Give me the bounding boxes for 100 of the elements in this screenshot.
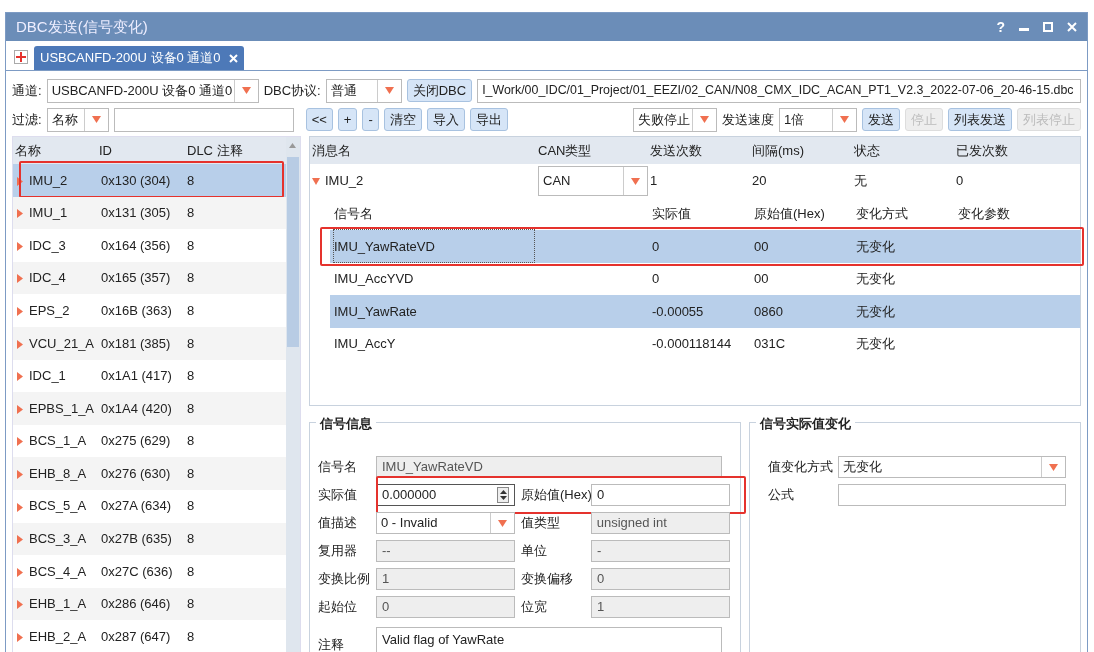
message-row[interactable]: IDC_1 0x1A1 (417) 8 [13, 359, 286, 393]
toolbar-button[interactable]: 清空 [383, 108, 422, 131]
filter-dropdown[interactable]: 名称 [46, 107, 109, 132]
add-tab-button[interactable] [14, 50, 28, 64]
expand-arrow-icon[interactable] [17, 176, 23, 186]
expand-arrow-icon[interactable] [17, 502, 23, 512]
message-row[interactable]: IDC_4 0x165 (357) 8 [13, 261, 286, 295]
message-row[interactable]: EHB_8_A 0x276 (630) 8 [13, 457, 286, 490]
expand-arrow-icon[interactable] [17, 535, 23, 545]
message-dlc: 8 [187, 269, 196, 288]
actual-value: 0 [652, 270, 661, 288]
field-label: 信号名 [318, 458, 358, 477]
message-row[interactable]: EPBS_1_A 0x1A4 (420) 8 [13, 392, 286, 425]
toolbar-button[interactable]: 导出 [469, 108, 508, 131]
dropdown-caret-icon[interactable] [497, 519, 507, 527]
send-button[interactable]: 列表发送 [948, 108, 1012, 131]
field-label: 实际值 [318, 486, 358, 505]
close-icon[interactable] [1067, 22, 1077, 32]
message-row[interactable]: EHB_2_A 0x287 (647) 8 [13, 620, 286, 652]
message-row[interactable]: IDC_3 0x164 (356) 8 [13, 229, 286, 262]
filter-field[interactable] [113, 107, 294, 132]
message-dlc: 8 [187, 399, 196, 418]
expand-arrow-icon[interactable] [17, 469, 23, 479]
expand-arrow-icon[interactable] [17, 274, 23, 284]
message-id: 0x131 (305) [101, 204, 172, 223]
change-mode: 无变化 [856, 335, 896, 353]
close-dbc-button[interactable]: 关闭DBC [406, 79, 473, 102]
expand-arrow-icon[interactable] [17, 241, 23, 251]
expand-arrow-icon[interactable] [17, 632, 23, 642]
comment-field[interactable]: Valid flag of YawRate [376, 627, 722, 652]
fail-mode-dropdown[interactable]: 失败停止 [633, 107, 717, 132]
scrollbar[interactable] [286, 137, 300, 652]
maximize-icon[interactable] [1043, 22, 1053, 32]
dropdown-caret-icon[interactable] [631, 177, 640, 185]
value-dropdown[interactable]: 0 - Invalid [376, 512, 515, 534]
field-label: 注释 [318, 636, 345, 652]
field-label: 变换偏移 [520, 570, 574, 589]
message-name: EHB_1_A [29, 595, 88, 614]
scroll-up-icon[interactable] [289, 143, 296, 148]
value-field[interactable]: 0 [591, 484, 730, 506]
signal-row[interactable]: IMU_AccYVD 0 00 无变化 [330, 262, 1080, 295]
message-row[interactable]: BCS_4_A 0x27C (636) 8 [13, 555, 286, 588]
message-name: EHB_2_A [29, 627, 88, 646]
field-label: 变换比例 [318, 570, 371, 589]
dropdown-caret-icon[interactable] [1049, 463, 1058, 471]
message-row[interactable]: BCS_1_A 0x275 (629) 8 [13, 424, 286, 458]
field-label: 公式 [768, 486, 795, 505]
send-button[interactable]: 发送 [862, 108, 900, 131]
can-type-dropdown[interactable]: CAN [538, 166, 648, 196]
dropdown-caret-icon[interactable] [384, 87, 394, 94]
toolbar-button[interactable]: + [337, 108, 358, 131]
message-row[interactable]: IMU_1 0x131 (305) 8 [13, 196, 286, 230]
message-row[interactable]: VCU_21_A 0x181 (385) 8 [13, 326, 286, 360]
channel-dropdown[interactable]: USBCANFD-200U 设备0 通道0 [46, 78, 259, 103]
dbc-path-field[interactable]: I_Work/00_IDC/01_Project/01_EEZI/02_CAN/N08_CMX_IDC_ACAN_PT1_V2.3_2022-07-06_20-46-15.dbc [477, 78, 1081, 103]
spin-field[interactable]: 0.000000 [376, 484, 515, 506]
close-icon[interactable] [228, 53, 238, 63]
speed-dropdown[interactable]: 1倍 [779, 107, 857, 132]
dropdown-caret-icon[interactable] [700, 116, 709, 123]
expand-arrow-icon[interactable] [17, 437, 23, 447]
value-field: 1 [376, 568, 515, 590]
message-row[interactable]: BCS_3_A 0x27B (635) 8 [13, 522, 286, 556]
message-row[interactable]: IMU_2 0x130 (304) 8 [13, 164, 286, 197]
expand-arrow-icon[interactable] [17, 372, 23, 382]
column-header: 消息名 [312, 141, 352, 160]
signal-name: IMU_AccYVD [334, 270, 415, 288]
message-row[interactable]: BCS_5_A 0x27A (634) 8 [13, 489, 286, 523]
toolbar-button[interactable]: << [305, 108, 333, 131]
expand-arrow-icon[interactable] [17, 600, 23, 610]
message-row[interactable]: EHB_1_A 0x286 (646) 8 [13, 587, 286, 621]
dropdown-caret-icon[interactable] [91, 116, 101, 123]
message-row[interactable]: EPS_2 0x16B (363) 8 [13, 294, 286, 327]
collapse-arrow-icon[interactable] [312, 177, 320, 185]
signal-row[interactable]: IMU_YawRate -0.00055 0860 无变化 [330, 295, 1080, 328]
spin-arrows-icon[interactable] [499, 489, 507, 501]
scrollbar-thumb[interactable] [287, 157, 299, 347]
expand-arrow-icon[interactable] [17, 567, 23, 577]
message-id: 0x1A1 (417) [101, 367, 173, 386]
toolbar-button[interactable]: - [362, 108, 379, 131]
expand-arrow-icon[interactable] [17, 339, 23, 349]
dropdown-caret-icon[interactable] [241, 87, 251, 94]
message-id: 0x287 (647) [101, 627, 172, 646]
actual-value: -0.00055 [652, 302, 705, 321]
message-id: 0x286 (646) [101, 595, 172, 614]
expand-arrow-icon[interactable] [17, 209, 23, 219]
dropdown-caret-icon[interactable] [840, 116, 849, 123]
message-name: IDC_3 [29, 236, 67, 255]
signal-row[interactable]: IMU_AccY -0.000118144 031C 无变化 [330, 327, 1080, 360]
message-id: 0x16B (363) [101, 301, 173, 320]
column-header: 发送次数 [650, 141, 703, 160]
expand-arrow-icon[interactable] [17, 404, 23, 414]
expand-arrow-icon[interactable] [17, 307, 23, 316]
channel-tab[interactable]: USBCANFD-200U 设备0 通道0 [34, 46, 244, 70]
value-dropdown[interactable]: 无变化 [838, 456, 1066, 478]
toolbar-button[interactable]: 导入 [426, 108, 465, 131]
message-id: 0x275 (629) [101, 432, 172, 451]
protocol-dropdown[interactable]: 普通 [325, 78, 402, 103]
value-field[interactable] [838, 484, 1066, 506]
message-id: 0x27C (636) [101, 562, 174, 581]
window-title: DBC发送(信号变化) [16, 16, 149, 37]
